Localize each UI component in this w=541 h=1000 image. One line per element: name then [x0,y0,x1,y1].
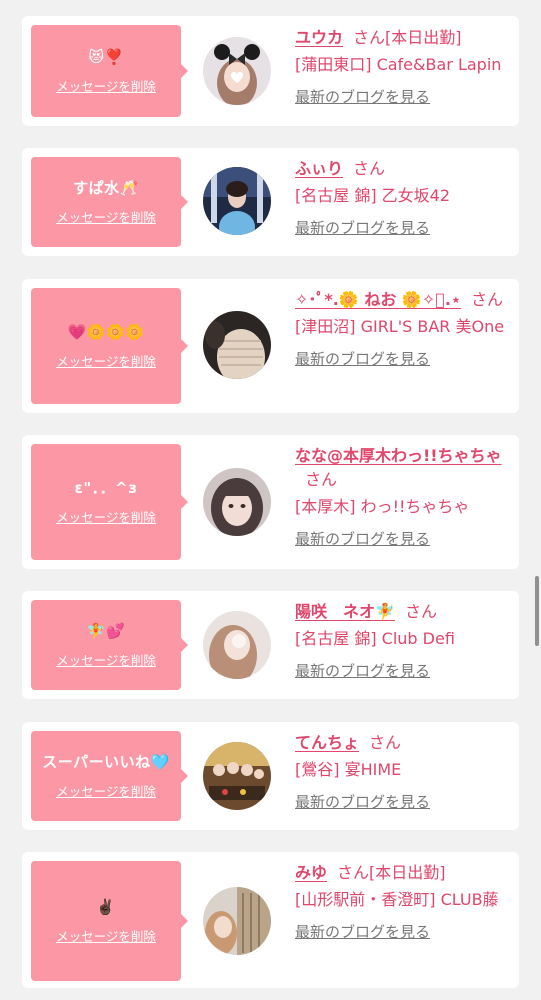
avatar[interactable] [203,167,271,235]
shop-name: [名古屋 錦] 乙女坂42 [295,186,451,205]
message-bubble: 🧚💕 メッセージを削除 [31,600,188,690]
cast-name-link[interactable]: みゆ [295,863,327,882]
honorific: さん [337,863,370,882]
shop-name: [蒲田東口] Cafe&Bar Lapin [295,55,502,74]
shop-name: [山形駅前・香澄町] CLUB藤 [295,890,499,909]
status-badge: [本日出勤] [369,863,446,882]
message-text: スーパーいいね🩵 [42,753,170,771]
cast-name-link[interactable]: ふぃり [295,159,343,178]
item-info: てんちょ さん [鶯谷] 宴HIME 最新のブログを見る [295,731,513,812]
delete-message-link[interactable]: メッセージを削除 [56,510,156,526]
blog-link[interactable]: 最新のブログを見る [295,87,430,107]
list-item: ε"．．^з メッセージを削除 なな@本厚木わっ!!ちゃちゃさん [本厚木] わ… [22,435,519,569]
message-text: 🧚💕 [86,622,126,640]
message-bubble: すぱ水🥂 メッセージを削除 [31,157,188,247]
blog-link[interactable]: 最新のブログを見る [295,218,430,238]
avatar-girl-building-icon [203,887,271,955]
delete-message-link[interactable]: メッセージを削除 [56,653,156,669]
item-info: みゆ さん[本日出勤] [山形駅前・香澄町] CLUB藤 最新のブログを見る [295,861,513,942]
blog-link[interactable]: 最新のブログを見る [295,349,430,369]
blog-link[interactable]: 最新のブログを見る [295,922,430,942]
avatar[interactable] [203,311,271,379]
delete-message-link[interactable]: メッセージを削除 [56,354,156,370]
message-text: ✌🏿 [96,898,116,916]
shop-name: [鶯谷] 宴HIME [295,760,402,779]
list-item: ✌🏿 メッセージを削除 みゆ さん[本日出勤] [山形駅前・香澄町] CLUB藤 … [22,852,519,988]
avatar[interactable] [203,468,271,536]
status-badge: [本日出勤] [385,28,462,47]
avatar-girl-selfie-icon [203,468,271,536]
avatar[interactable] [203,742,271,810]
notification-list: 😻❣️ メッセージを削除 ユウカ さん[本日出勤] [蒲田東口] Cafe&Bar… [0,0,541,1000]
avatar-girl-bear-ears-icon [203,37,271,105]
blog-link[interactable]: 最新のブログを見る [295,529,430,549]
honorific: さん [369,733,402,752]
avatar[interactable] [203,611,271,679]
message-bubble: ε"．．^з メッセージを削除 [31,444,188,560]
list-item: 🧚💕 メッセージを削除 陽咲 ネオ🧚 さん [名古屋 錦] Club Defi 最… [22,591,519,699]
avatar-girl-knit-icon [203,311,271,379]
item-info: ユウカ さん[本日出勤] [蒲田東口] Cafe&Bar Lapin 最新のブログ… [295,26,513,107]
delete-message-link[interactable]: メッセージを削除 [56,784,156,800]
honorific: さん [305,470,338,489]
honorific: さん [353,159,386,178]
message-bubble: ✌🏿 メッセージを削除 [31,861,188,981]
item-info: ふぃり さん [名古屋 錦] 乙女坂42 最新のブログを見る [295,157,513,238]
message-bubble: 💗🌼🌼🌼 メッセージを削除 [31,288,188,404]
avatar-girl-long-hair-icon [203,611,271,679]
shop-name: [津田沼] GIRL'S BAR 美One [295,317,505,336]
delete-message-link[interactable]: メッセージを削除 [56,210,156,226]
avatar[interactable] [203,37,271,105]
message-text: 💗🌼🌼🌼 [67,323,145,341]
cast-name-link[interactable]: 陽咲 ネオ🧚 [295,602,395,621]
avatar[interactable] [203,887,271,955]
cast-name-link[interactable]: なな@本厚木わっ!!ちゃちゃ [295,446,502,465]
message-text: すぱ水🥂 [73,179,139,197]
cast-name-link[interactable]: ✧･ﾟ*.🌼 ねお 🌼✧ﾟ.⋆ [295,290,461,309]
honorific: さん [470,290,503,309]
honorific: さん [353,28,386,47]
list-item: 😻❣️ メッセージを削除 ユウカ さん[本日出勤] [蒲田東口] Cafe&Bar… [22,16,519,126]
avatar-group-photo-icon [203,742,271,810]
avatar-girl-blue-dress-icon [203,167,271,235]
blog-link[interactable]: 最新のブログを見る [295,792,430,812]
delete-message-link[interactable]: メッセージを削除 [56,79,156,95]
message-bubble: スーパーいいね🩵 メッセージを削除 [31,731,188,821]
delete-message-link[interactable]: メッセージを削除 [56,929,156,945]
item-info: ✧･ﾟ*.🌼 ねお 🌼✧ﾟ.⋆ さん [津田沼] GIRL'S BAR 美One … [295,288,513,369]
list-item: 💗🌼🌼🌼 メッセージを削除 ✧･ﾟ*.🌼 ねお 🌼✧ﾟ.⋆ さん [津田沼] GI… [22,279,519,413]
list-item: すぱ水🥂 メッセージを削除 ふぃり さん [名古屋 錦] 乙女坂42 最新のブログ… [22,148,519,256]
shop-name: [名古屋 錦] Club Defi [295,629,455,648]
item-info: 陽咲 ネオ🧚 さん [名古屋 錦] Club Defi 最新のブログを見る [295,600,513,681]
cast-name-link[interactable]: ユウカ [295,28,343,47]
scrollbar[interactable] [535,576,539,646]
message-bubble: 😻❣️ メッセージを削除 [31,25,188,117]
honorific: さん [404,602,437,621]
cast-name-link[interactable]: てんちょ [295,733,359,752]
item-info: なな@本厚木わっ!!ちゃちゃさん [本厚木] わっ!!ちゃちゃ 最新のブログを見… [295,444,513,549]
shop-name: [本厚木] わっ!!ちゃちゃ [295,497,470,516]
message-text: 😻❣️ [88,48,124,66]
message-text: ε"．．^з [74,479,138,497]
list-item: スーパーいいね🩵 メッセージを削除 てんちょ さん [鶯谷] 宴HIME 最新のブ… [22,722,519,830]
blog-link[interactable]: 最新のブログを見る [295,661,430,681]
